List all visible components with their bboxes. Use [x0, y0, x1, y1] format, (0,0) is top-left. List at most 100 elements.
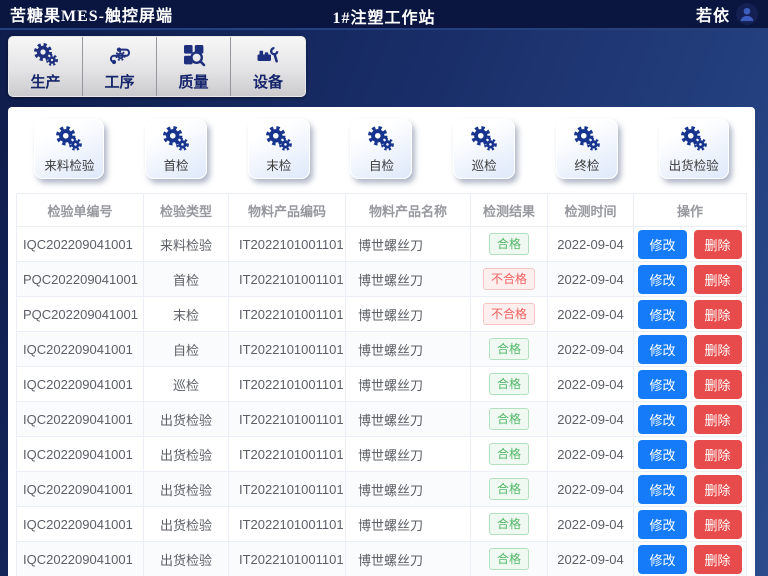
tab-first[interactable]: 首检: [145, 119, 207, 179]
delete-button[interactable]: 删除: [694, 300, 742, 329]
toolbar-item-quality[interactable]: 质量: [157, 37, 231, 96]
material-name-cell: 博世螺丝刀: [346, 227, 471, 262]
top-bar: 苦糖果MES-触控屏端 1#注塑工作站 若依: [0, 0, 768, 30]
tab-last[interactable]: 末检: [248, 119, 310, 179]
route-icon: [107, 42, 133, 68]
tab-final[interactable]: 终检: [556, 119, 618, 179]
delete-button[interactable]: 删除: [694, 230, 742, 259]
tab-incoming[interactable]: 来料检验: [34, 119, 104, 179]
material-name-cell: 博世螺丝刀: [346, 297, 471, 332]
delete-button[interactable]: 删除: [694, 510, 742, 539]
inspection-time-cell: 2022-09-04: [548, 297, 634, 332]
gears-icon: [679, 125, 709, 153]
result-badge: 合格: [489, 548, 529, 570]
inspection-no-cell: IQC202209041001: [17, 542, 144, 576]
material-name-cell: 博世螺丝刀: [346, 542, 471, 576]
delete-button[interactable]: 删除: [694, 405, 742, 434]
inspection-no-cell: PQC202209041001: [17, 262, 144, 297]
table-body: IQC202209041001来料检验IT2022101001101博世螺丝刀合…: [17, 227, 747, 576]
delete-button[interactable]: 删除: [694, 475, 742, 504]
result-cell: 合格: [471, 367, 548, 402]
actions-group: 修改删除: [634, 265, 746, 294]
toolbar-item-production[interactable]: 生产: [9, 37, 83, 96]
actions-cell: 修改删除: [634, 437, 747, 472]
edit-button[interactable]: 修改: [638, 335, 686, 364]
delete-button[interactable]: 删除: [694, 265, 742, 294]
result-badge: 合格: [489, 233, 529, 255]
column-header: 物料产品编码: [229, 194, 346, 227]
table-row: IQC202209041001出货检验IT2022101001101博世螺丝刀合…: [17, 472, 747, 507]
material-name-cell: 博世螺丝刀: [346, 472, 471, 507]
tab-patrol[interactable]: 巡检: [453, 119, 515, 179]
material-name-cell: 博世螺丝刀: [346, 507, 471, 542]
material-code-cell: IT2022101001101: [229, 437, 346, 472]
actions-group: 修改删除: [634, 335, 746, 364]
table-row: PQC202209041001首检IT2022101001101博世螺丝刀不合格…: [17, 262, 747, 297]
result-cell: 不合格: [471, 297, 548, 332]
delete-button[interactable]: 删除: [694, 440, 742, 469]
inspection-no-cell: IQC202209041001: [17, 402, 144, 437]
inspection-type-cell: 末检: [144, 297, 229, 332]
actions-cell: 修改删除: [634, 472, 747, 507]
inspection-no-cell: IQC202209041001: [17, 507, 144, 542]
actions-group: 修改删除: [634, 440, 746, 469]
result-badge: 不合格: [483, 268, 535, 290]
toolbar-item-process[interactable]: 工序: [83, 37, 157, 96]
inspection-time-cell: 2022-09-04: [548, 472, 634, 507]
table-row: IQC202209041001出货检验IT2022101001101博世螺丝刀合…: [17, 542, 747, 576]
edit-button[interactable]: 修改: [638, 405, 686, 434]
edit-button[interactable]: 修改: [638, 545, 686, 574]
inspection-no-cell: IQC202209041001: [17, 332, 144, 367]
material-code-cell: IT2022101001101: [229, 402, 346, 437]
column-header: 检测结果: [471, 194, 548, 227]
tab-label: 末检: [266, 155, 291, 174]
edit-button[interactable]: 修改: [638, 440, 686, 469]
toolbar-item-equipment[interactable]: 设备: [231, 37, 305, 96]
edit-button[interactable]: 修改: [638, 510, 686, 539]
inspection-type-cell: 出货检验: [144, 437, 229, 472]
inspection-type-cell: 出货检验: [144, 507, 229, 542]
tab-self[interactable]: 自检: [350, 119, 412, 179]
gears-icon: [366, 125, 396, 153]
inspection-no-cell: PQC202209041001: [17, 297, 144, 332]
tab-label: 巡检: [472, 155, 497, 174]
result-badge: 合格: [489, 478, 529, 500]
column-header: 检验单编号: [17, 194, 144, 227]
actions-group: 修改删除: [634, 545, 746, 574]
tab-label: 来料检验: [44, 155, 94, 174]
result-badge: 不合格: [483, 303, 535, 325]
edit-button[interactable]: 修改: [638, 300, 686, 329]
inspection-tabs: 来料检验 首检末检 自检巡检 终检 出货检验: [8, 107, 755, 183]
inspection-type-cell: 出货检验: [144, 402, 229, 437]
inspection-type-cell: 自检: [144, 332, 229, 367]
edit-button[interactable]: 修改: [638, 230, 686, 259]
delete-button[interactable]: 删除: [694, 335, 742, 364]
material-code-cell: IT2022101001101: [229, 542, 346, 576]
tab-label: 终检: [574, 155, 599, 174]
material-code-cell: IT2022101001101: [229, 507, 346, 542]
material-code-cell: IT2022101001101: [229, 472, 346, 507]
edit-button[interactable]: 修改: [638, 265, 686, 294]
delete-button[interactable]: 删除: [694, 545, 742, 574]
inspection-time-cell: 2022-09-04: [548, 402, 634, 437]
user-avatar-icon[interactable]: [736, 3, 758, 25]
edit-button[interactable]: 修改: [638, 475, 686, 504]
delete-button[interactable]: 删除: [694, 370, 742, 399]
inspection-no-cell: IQC202209041001: [17, 472, 144, 507]
material-code-cell: IT2022101001101: [229, 332, 346, 367]
table-row: PQC202209041001末检IT2022101001101博世螺丝刀不合格…: [17, 297, 747, 332]
actions-cell: 修改删除: [634, 367, 747, 402]
inspection-time-cell: 2022-09-04: [548, 332, 634, 367]
user-menu[interactable]: 若依: [696, 2, 758, 26]
inspection-no-cell: IQC202209041001: [17, 227, 144, 262]
material-name-cell: 博世螺丝刀: [346, 437, 471, 472]
material-name-cell: 博世螺丝刀: [346, 262, 471, 297]
toolbar-item-label: 质量: [178, 71, 208, 92]
result-badge: 合格: [489, 338, 529, 360]
inspection-no-cell: IQC202209041001: [17, 367, 144, 402]
actions-group: 修改删除: [634, 230, 746, 259]
inspection-type-cell: 巡检: [144, 367, 229, 402]
tab-shipment[interactable]: 出货检验: [659, 119, 729, 179]
edit-button[interactable]: 修改: [638, 370, 686, 399]
column-header: 检验类型: [144, 194, 229, 227]
